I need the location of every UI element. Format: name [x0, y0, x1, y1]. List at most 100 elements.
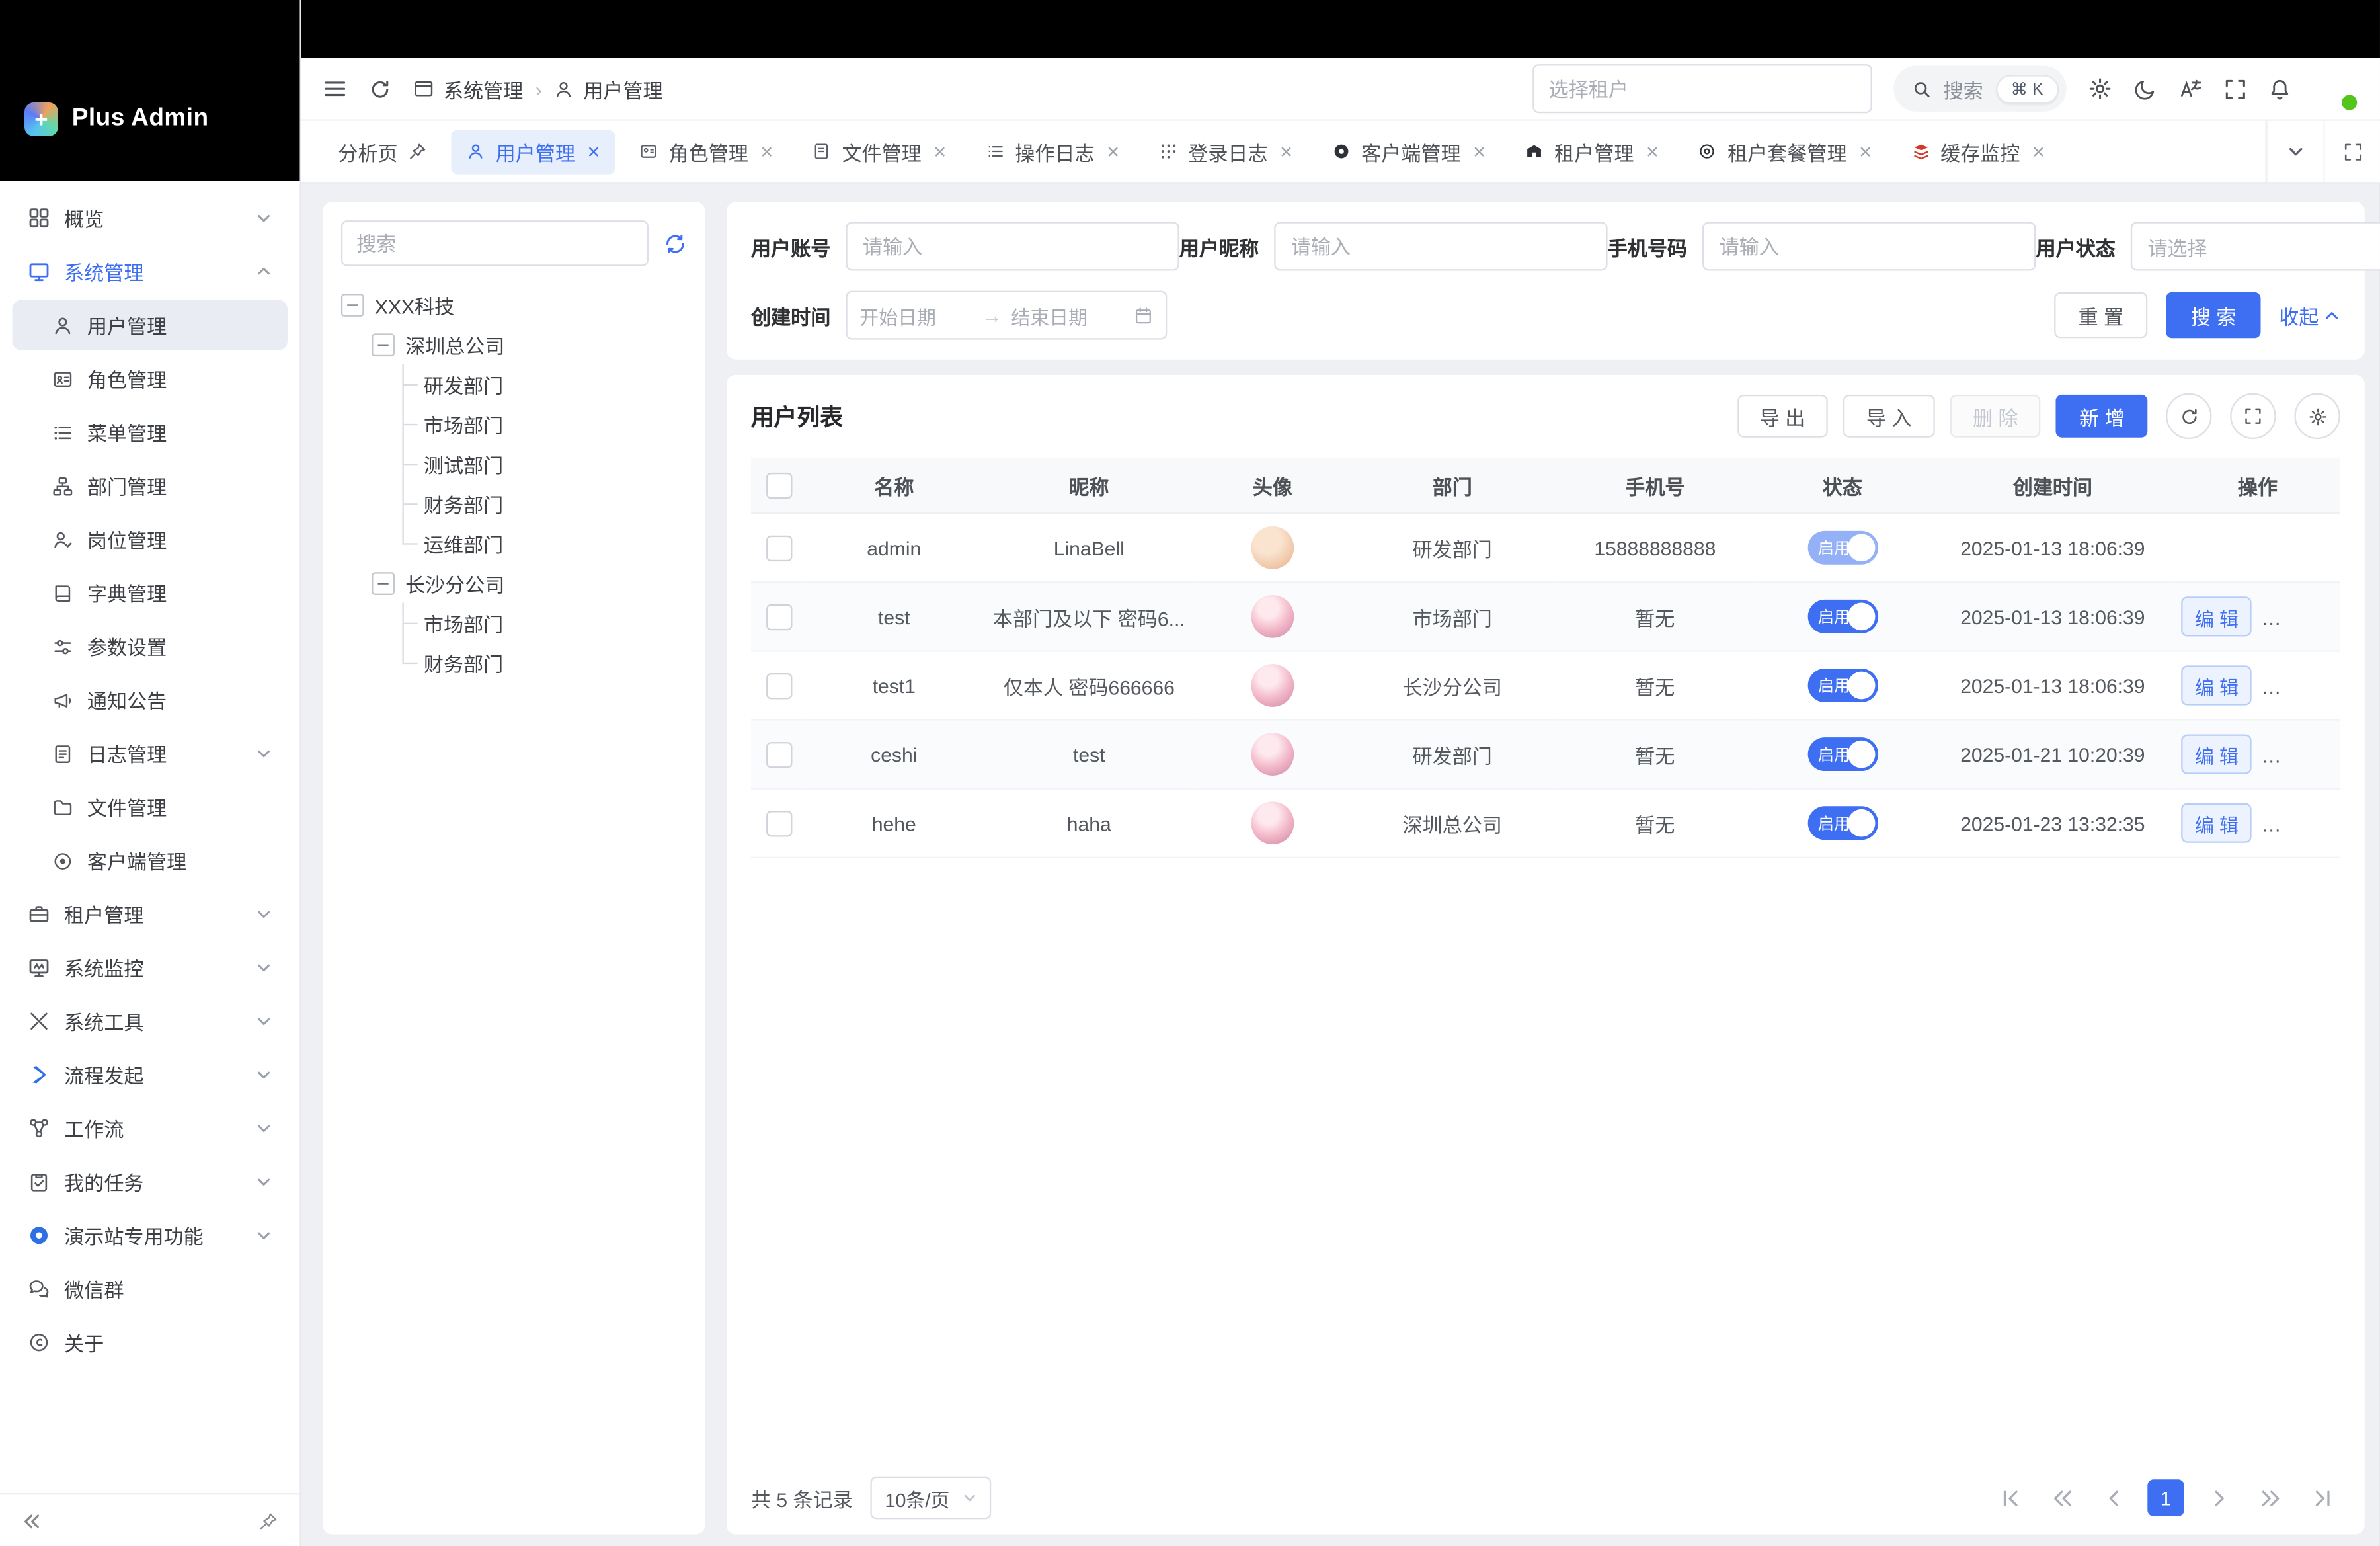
breadcrumb-level1[interactable]: 系统管理 — [444, 74, 523, 103]
tree-search-input[interactable] — [341, 220, 649, 266]
dark-mode-moon-icon[interactable] — [2133, 77, 2157, 101]
user-avatar[interactable] — [2313, 65, 2358, 111]
collapse-box-icon[interactable] — [372, 571, 395, 594]
gear-icon[interactable] — [2088, 77, 2112, 101]
content-fullscreen-button[interactable] — [2323, 121, 2380, 183]
translate-icon[interactable] — [2178, 77, 2203, 101]
app-logo[interactable]: Plus Admin — [0, 0, 299, 181]
search-button[interactable]: 搜 索 — [2166, 292, 2261, 338]
close-icon[interactable]: × — [1646, 141, 1659, 162]
status-toggle[interactable]: 启用 — [1807, 806, 1878, 840]
global-search-button[interactable]: 搜索 ⌘ K — [1893, 65, 2066, 111]
sidebar-item-log-management[interactable]: 日志管理 — [13, 728, 288, 778]
tenant-select-input[interactable] — [1532, 64, 1872, 113]
sidebar-item-workflow[interactable]: 工作流 — [13, 1103, 288, 1153]
tree-node-dept[interactable]: 市场部门 — [341, 603, 687, 643]
nickname-input[interactable] — [1274, 222, 1607, 270]
add-button[interactable]: 新 增 — [2056, 395, 2147, 438]
status-select[interactable]: 请选择 — [2131, 222, 2380, 270]
sidebar-item-post-management[interactable]: 岗位管理 — [13, 514, 288, 564]
tree-node-dept[interactable]: 研发部门 — [341, 364, 687, 404]
sidebar-item-user-management[interactable]: 用户管理 — [13, 300, 288, 350]
tree-node-dept[interactable]: 财务部门 — [341, 483, 687, 523]
close-icon[interactable]: × — [1280, 141, 1292, 162]
row-checkbox[interactable] — [766, 672, 791, 698]
tree-node-dept[interactable]: 运维部门 — [341, 523, 687, 563]
sidebar-item-system-tools[interactable]: 系统工具 — [13, 996, 288, 1046]
sidebar-collapse-button[interactable] — [21, 1511, 41, 1531]
table-fullscreen-button[interactable] — [2230, 393, 2276, 439]
date-range-picker[interactable]: 开始日期 → 结束日期 — [846, 291, 1167, 340]
row-checkbox[interactable] — [766, 810, 791, 836]
sidebar-item-system-management[interactable]: 系统管理 — [13, 246, 288, 296]
tab-tenant-package-management[interactable]: 租户套餐管理 × — [1683, 129, 1887, 173]
tab-tenant-management[interactable]: 租户管理 × — [1510, 129, 1674, 173]
sidebar-item-parameter-settings[interactable]: 参数设置 — [13, 621, 288, 671]
tab-file-management[interactable]: 文件管理 × — [797, 129, 961, 173]
sidebar-item-notice-announcement[interactable]: 通知公告 — [13, 674, 288, 725]
collapse-box-icon[interactable] — [372, 333, 395, 356]
sidebar-item-file-management[interactable]: 文件管理 — [13, 782, 288, 832]
table-refresh-button[interactable] — [2166, 393, 2211, 439]
bell-icon[interactable] — [2268, 77, 2291, 101]
collapse-box-icon[interactable] — [341, 293, 364, 316]
fast-forward-button[interactable] — [2252, 1479, 2289, 1516]
tab-role-management[interactable]: 角色管理 × — [624, 129, 788, 173]
tab-operation-log[interactable]: 操作日志 × — [971, 129, 1134, 173]
row-checkbox[interactable] — [766, 741, 791, 767]
close-icon[interactable]: × — [1859, 141, 1872, 162]
sidebar-item-overview[interactable]: 概览 — [13, 193, 288, 243]
pin-icon[interactable] — [409, 142, 427, 161]
sidebar-item-tenant-management[interactable]: 租户管理 — [13, 889, 288, 939]
status-toggle[interactable]: 启用 — [1807, 531, 1878, 565]
sidebar-item-my-tasks[interactable]: 我的任务 — [13, 1157, 288, 1207]
fullscreen-icon[interactable] — [2224, 77, 2247, 101]
row-checkbox[interactable] — [766, 604, 791, 630]
first-page-button[interactable] — [1991, 1479, 2028, 1516]
delete-button[interactable]: 删 除 — [1950, 395, 2041, 438]
tree-node-branch[interactable]: 长沙分公司 — [341, 563, 687, 602]
fast-back-button[interactable] — [2043, 1479, 2081, 1516]
sidebar-item-role-management[interactable]: 角色管理 — [13, 353, 288, 403]
close-icon[interactable]: × — [1107, 141, 1119, 162]
sidebar-item-process-initiation[interactable]: 流程发起 — [13, 1049, 288, 1100]
close-icon[interactable]: × — [933, 141, 946, 162]
sidebar-item-wechat-group[interactable]: 微信群 — [13, 1264, 288, 1314]
tab-client-management[interactable]: 客户端管理 × — [1317, 129, 1501, 173]
sidebar-item-dictionary-management[interactable]: 字典管理 — [13, 567, 288, 618]
phone-input[interactable] — [1702, 222, 2036, 270]
tab-user-management[interactable]: 用户管理 × — [452, 129, 615, 173]
sidebar-item-menu-management[interactable]: 菜单管理 — [13, 407, 288, 457]
tree-refresh-icon[interactable] — [664, 232, 687, 255]
status-toggle[interactable]: 启用 — [1807, 600, 1878, 633]
reset-button[interactable]: 重 置 — [2054, 292, 2149, 338]
hamburger-menu-icon[interactable] — [323, 77, 347, 101]
tab-login-log[interactable]: 登录日志 × — [1144, 129, 1308, 173]
edit-button[interactable]: 编 辑 — [2181, 735, 2252, 774]
table-settings-gear-button[interactable] — [2294, 393, 2340, 439]
refresh-icon[interactable] — [369, 77, 392, 101]
sidebar-item-about[interactable]: 关于 — [13, 1317, 288, 1367]
import-button[interactable]: 导 入 — [1843, 395, 1934, 438]
tab-analysis-page[interactable]: 分析页 — [323, 129, 442, 173]
status-toggle[interactable]: 启用 — [1807, 737, 1878, 771]
tab-cache-monitor[interactable]: 缓存监控 × — [1896, 129, 2060, 173]
row-checkbox[interactable] — [766, 535, 791, 561]
sidebar-item-department-management[interactable]: 部门管理 — [13, 460, 288, 510]
export-button[interactable]: 导 出 — [1737, 395, 1828, 438]
page-size-select[interactable]: 10条/页 — [871, 1477, 991, 1520]
current-page[interactable]: 1 — [2147, 1479, 2184, 1516]
select-all-checkbox[interactable] — [766, 472, 791, 498]
tree-node-dept[interactable]: 测试部门 — [341, 444, 687, 483]
tab-list-chevron-button[interactable] — [2267, 121, 2324, 183]
next-page-button[interactable] — [2200, 1479, 2237, 1516]
last-page-button[interactable] — [2303, 1479, 2340, 1516]
close-icon[interactable]: × — [2032, 141, 2045, 162]
status-toggle[interactable]: 启用 — [1807, 669, 1878, 702]
edit-button[interactable]: 编 辑 — [2181, 596, 2252, 636]
edit-button[interactable]: 编 辑 — [2181, 665, 2252, 705]
tree-node-dept[interactable]: 市场部门 — [341, 404, 687, 444]
close-icon[interactable]: × — [760, 141, 773, 162]
edit-button[interactable]: 编 辑 — [2181, 803, 2252, 843]
prev-page-button[interactable] — [2096, 1479, 2133, 1516]
